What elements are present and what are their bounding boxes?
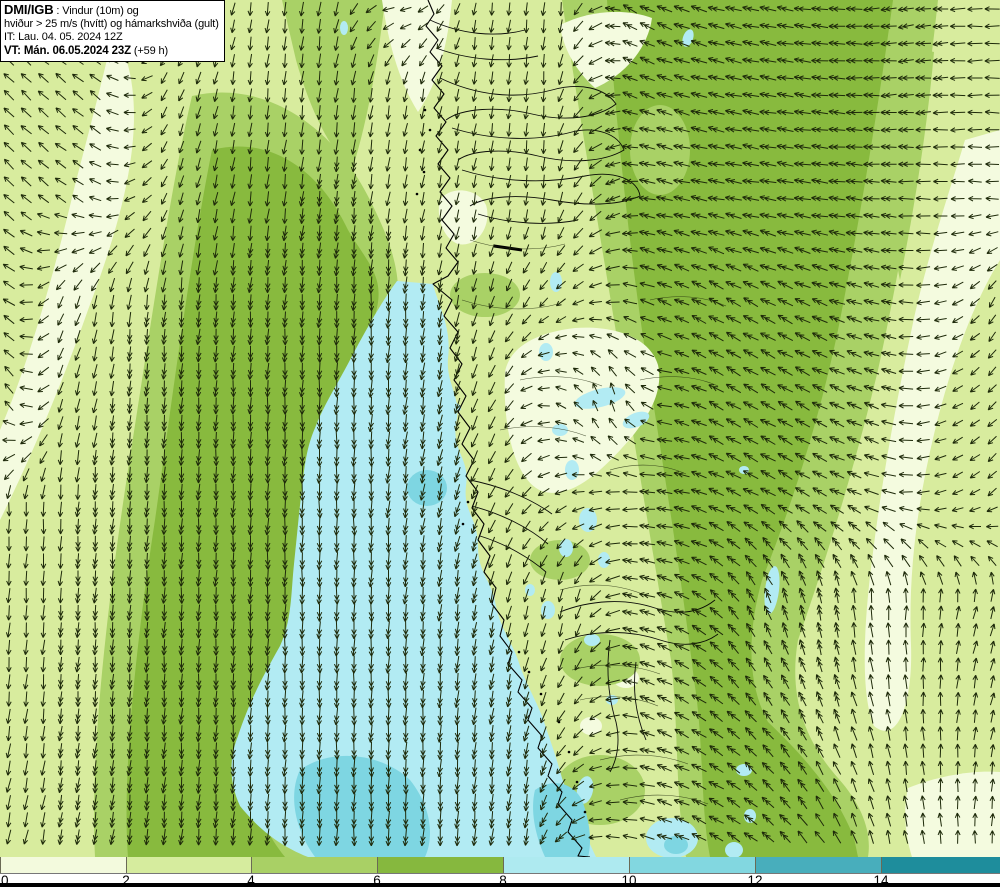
colorbar-segment: [629, 857, 755, 873]
colorbar-segment: [0, 857, 126, 873]
legend-line-4: VT: Mán. 06.05.2024 23Z (+59 h): [4, 44, 168, 57]
colorbar-segment: [251, 857, 377, 873]
wind-forecast-map: [0, 0, 1000, 857]
legend-line-2: hviður > 25 m/s (hvítt) og hámarkshviða …: [4, 18, 219, 31]
colorbar-segment: [503, 857, 629, 873]
bottom-border-line: [0, 883, 1000, 887]
legend-product-name: DMI/IGB: [4, 2, 54, 17]
legend-line-1: DMI/IGB : Vindur (10m) og: [4, 2, 139, 17]
colorbar-segment: [377, 857, 503, 873]
legend-line-3: IT: Lau. 04. 05. 2024 12Z: [4, 31, 123, 44]
colorbar-segment: [755, 857, 881, 873]
colorbar-segment: [881, 857, 1000, 873]
colorbar-segments: [0, 857, 1000, 874]
colorbar-segment: [126, 857, 251, 873]
legend-box: DMI/IGB : Vindur (10m) og hviður > 25 m/…: [0, 0, 225, 62]
colorbar: 0 2 4 6 8 10 12 14: [0, 857, 1000, 887]
weather-map-screen: DMI/IGB : Vindur (10m) og hviður > 25 m/…: [0, 0, 1000, 887]
